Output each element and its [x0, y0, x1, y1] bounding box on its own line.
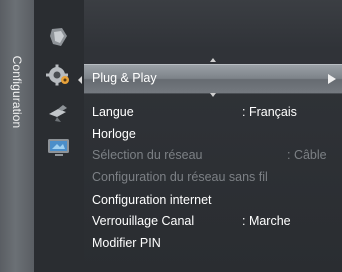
menu-item-verrouillage-canal[interactable]: Verrouillage Canal : Marche: [92, 211, 340, 231]
menu-item-label: Configuration internet: [92, 193, 212, 207]
gear-icon[interactable]: [46, 64, 72, 86]
settings-screen: Configuration Plug & Play Langue : Franç…: [0, 0, 342, 272]
menu-item-value: : Marche: [242, 214, 291, 228]
menu-item-config-internet[interactable]: Configuration internet: [92, 190, 340, 210]
menu-item-value: : Français: [242, 105, 297, 119]
input-icon[interactable]: [46, 136, 72, 158]
focus-pointer-icon: [78, 76, 82, 84]
menu-item-label: Verrouillage Canal: [92, 214, 195, 228]
menu-item-value: : Câble: [287, 148, 327, 162]
menu-item-label: Sélection du réseau: [92, 148, 203, 162]
category-icon-column: [34, 0, 84, 272]
menu-item-modifier-pin[interactable]: Modifier PIN: [92, 233, 340, 253]
menu-item-selection-reseau: Sélection du réseau : Câble: [92, 145, 340, 165]
menu-item-plug-and-play[interactable]: Plug & Play: [78, 64, 342, 94]
scroll-up-arrow[interactable]: [210, 58, 216, 62]
menu-item-label: Horloge: [92, 127, 136, 141]
menu-item-horloge[interactable]: Horloge: [92, 124, 340, 144]
menu-item-langue[interactable]: Langue : Français: [92, 102, 340, 122]
menu-item-label: Langue: [92, 105, 134, 119]
menu-item-label: Configuration du réseau sans fil: [92, 170, 268, 184]
settings-menu: Plug & Play Langue : Français Horloge Sé…: [78, 0, 342, 272]
satellite-icon[interactable]: [46, 102, 72, 124]
side-tab-label: Configuration: [10, 55, 24, 129]
tv-icon[interactable]: [46, 26, 72, 48]
menu-item-label: Plug & Play: [92, 71, 157, 85]
scroll-down-arrow[interactable]: [210, 93, 216, 97]
side-tab[interactable]: Configuration: [0, 0, 35, 272]
menu-item-config-reseau-sans-fil: Configuration du réseau sans fil: [92, 167, 340, 187]
menu-item-label: Modifier PIN: [92, 236, 161, 250]
submenu-arrow-icon: [328, 74, 336, 84]
